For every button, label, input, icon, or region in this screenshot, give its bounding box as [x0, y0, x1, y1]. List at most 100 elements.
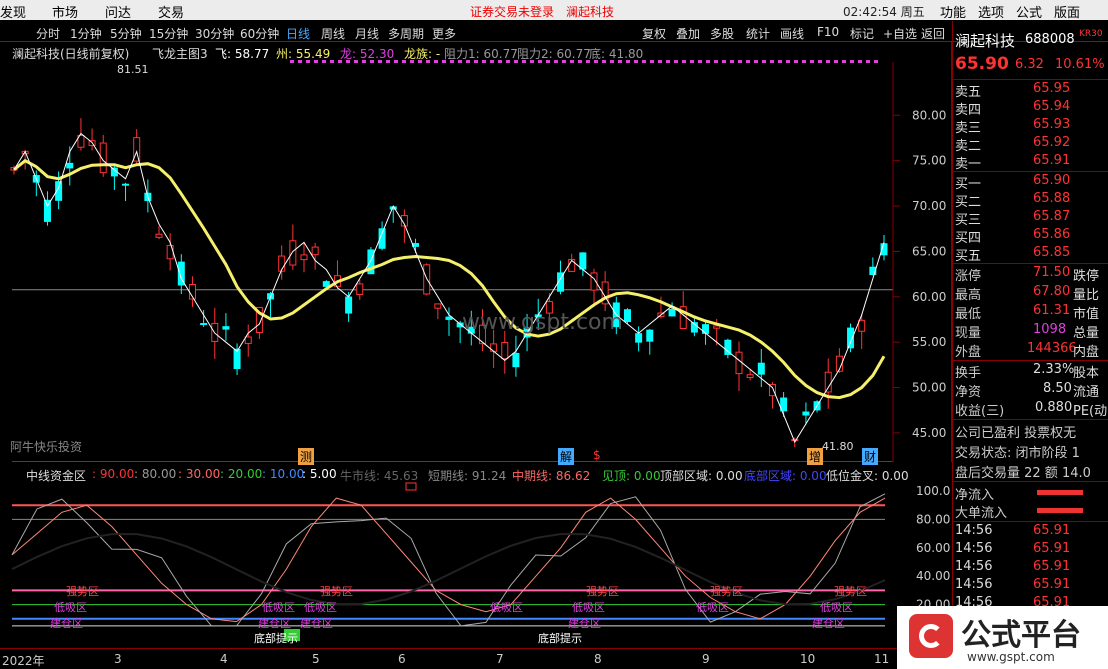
duanqi-line	[11, 493, 886, 627]
quote-change: 6.32	[1015, 57, 1044, 72]
zone-build-4: 建仓区	[568, 617, 601, 630]
period-15min[interactable]: 15分钟	[149, 25, 188, 42]
btn-mark[interactable]: 标记	[850, 25, 874, 42]
period-weekly[interactable]: 周线	[321, 25, 345, 42]
zone-build-1: 建仓区	[50, 617, 83, 630]
menu-wenda[interactable]: 问达	[105, 2, 131, 21]
period-30min[interactable]: 30分钟	[195, 25, 234, 42]
value-di: 底: 41.80	[589, 47, 644, 61]
header-dot	[802, 60, 806, 63]
menu-trade[interactable]: 交易	[158, 2, 184, 21]
zone-strong-1: 强势区	[66, 585, 99, 598]
ind-name[interactable]: 中线资金区	[26, 467, 86, 484]
indicator-name[interactable]: 飞龙主图3	[152, 45, 208, 62]
xtick-11: 11	[874, 652, 890, 666]
btn-fuquan[interactable]: 复权	[642, 25, 666, 42]
candle-body	[858, 319, 866, 332]
bottom-hint-2: 底部提示	[538, 632, 582, 645]
ask-5[interactable]: 卖五 65.95	[955, 81, 1105, 100]
candle-body	[155, 233, 163, 238]
login-notice[interactable]: 证券交易未登录	[470, 3, 554, 20]
menu-function[interactable]: 功能	[940, 2, 966, 21]
quote-panel: 澜起科技 688008 KR30 65.90 6.32 10.61% 卖五 65.…	[952, 21, 1108, 669]
low-label: 41.80	[822, 440, 854, 453]
chart-watermark: www.gspt.com	[462, 310, 623, 335]
ask-1[interactable]: 卖一 65.91	[955, 153, 1105, 172]
candle-body	[646, 329, 654, 342]
period-1min[interactable]: 1分钟	[70, 25, 102, 42]
bid-3[interactable]: 买三 65.87	[955, 209, 1105, 228]
indicator-canvas: 100.080.0060.0040.0020.00	[11, 482, 950, 641]
clock: 02:42:54 周五	[843, 5, 925, 19]
stat-low: 最低 61.31 市值	[955, 303, 1100, 322]
candle-body	[66, 162, 74, 169]
ytick-label-4: 60.00	[912, 290, 946, 304]
candle-body	[735, 351, 743, 375]
btn-f10[interactable]: F10	[817, 25, 839, 39]
period-daily[interactable]: 日线	[286, 25, 310, 42]
header-dot	[794, 60, 798, 63]
value-longzu: 龙族: -	[404, 47, 441, 61]
btn-stats[interactable]: 统计	[746, 25, 770, 42]
zone-lowbuy-5: 低吸区	[572, 601, 605, 614]
candle-body	[311, 246, 319, 256]
peak-marker	[405, 482, 417, 491]
main-kline-chart[interactable]: 80.00 75.00 70.00 65.00 60.00 55.00 50.00 45.00…	[0, 42, 952, 465]
chart-title: 澜起科技(日线前复权)	[12, 47, 130, 61]
ask-4[interactable]: 卖四 65.94	[955, 99, 1105, 118]
btn-multistock[interactable]: 多股	[710, 25, 734, 42]
period-more[interactable]: 更多	[432, 25, 456, 42]
btn-draw[interactable]: 画线	[780, 25, 804, 42]
menu-options[interactable]: 选项	[978, 2, 1004, 21]
indicator-panel[interactable]: 100.0 80.00 60.00 40.00 20.00 中线资金区 : 90.00 …	[0, 463, 952, 648]
ind-val-80: : 80.00	[134, 467, 177, 481]
flow-large-bar	[1037, 508, 1083, 513]
menu-discover[interactable]: 发现	[0, 2, 26, 21]
bid-1[interactable]: 买一 65.90	[955, 173, 1105, 192]
candle-body	[244, 336, 252, 344]
candle-body	[713, 325, 721, 329]
fei-white-line	[13, 132, 885, 444]
candle-body	[445, 316, 453, 320]
xtick-9: 9	[702, 652, 710, 666]
btn-overlay[interactable]: 叠加	[676, 25, 700, 42]
bid-4[interactable]: 买四 65.86	[955, 227, 1105, 246]
period-monthly[interactable]: 月线	[355, 25, 379, 42]
header-dot	[818, 60, 822, 63]
quote-name: 澜起科技	[955, 32, 1016, 50]
period-multi[interactable]: 多周期	[388, 25, 424, 42]
marker-dollar[interactable]: $	[593, 448, 601, 462]
menu-layout[interactable]: 版面	[1054, 2, 1080, 21]
btn-back[interactable]: 返回	[921, 25, 945, 42]
menu-market[interactable]: 市场	[52, 2, 78, 21]
ask-2[interactable]: 卖二 65.92	[955, 135, 1105, 154]
btn-add-watch[interactable]: +自选	[883, 25, 917, 42]
ytick-label-6: 50.00	[912, 381, 946, 395]
header-dot	[762, 60, 766, 63]
header-dot	[778, 60, 782, 63]
period-fenshi[interactable]: 分时	[36, 25, 60, 42]
bid-5[interactable]: 买五 65.85	[955, 245, 1105, 264]
header-dot	[666, 60, 670, 63]
header-dot	[746, 60, 750, 63]
zone-lowbuy-7: 低吸区	[820, 601, 853, 614]
period-5min[interactable]: 5分钟	[110, 25, 142, 42]
zone-lowbuy-1: 低吸区	[54, 601, 87, 614]
ind-dibu: 底部区域: 0.00	[744, 469, 827, 483]
stat-high: 最高 67.80 量比	[955, 284, 1100, 303]
xtick-3: 3	[114, 652, 122, 666]
flow-large-label: 大单流入	[955, 506, 1008, 521]
ask-3[interactable]: 卖三 65.93	[955, 117, 1105, 136]
period-60min[interactable]: 60分钟	[240, 25, 279, 42]
header-dot	[738, 60, 742, 63]
header-dot	[874, 60, 878, 63]
header-dot	[834, 60, 838, 63]
xtick-6: 6	[398, 652, 406, 666]
bid-2[interactable]: 买二 65.88	[955, 191, 1105, 210]
candle-body	[300, 254, 308, 261]
ytick-label-2: 70.00	[912, 199, 946, 213]
ytick-label-3: 65.00	[912, 244, 946, 258]
menu-formula[interactable]: 公式	[1016, 2, 1042, 21]
zone-lowbuy-2: 低吸区	[262, 601, 295, 614]
trade-row: 14:56 65.91	[955, 559, 1071, 574]
